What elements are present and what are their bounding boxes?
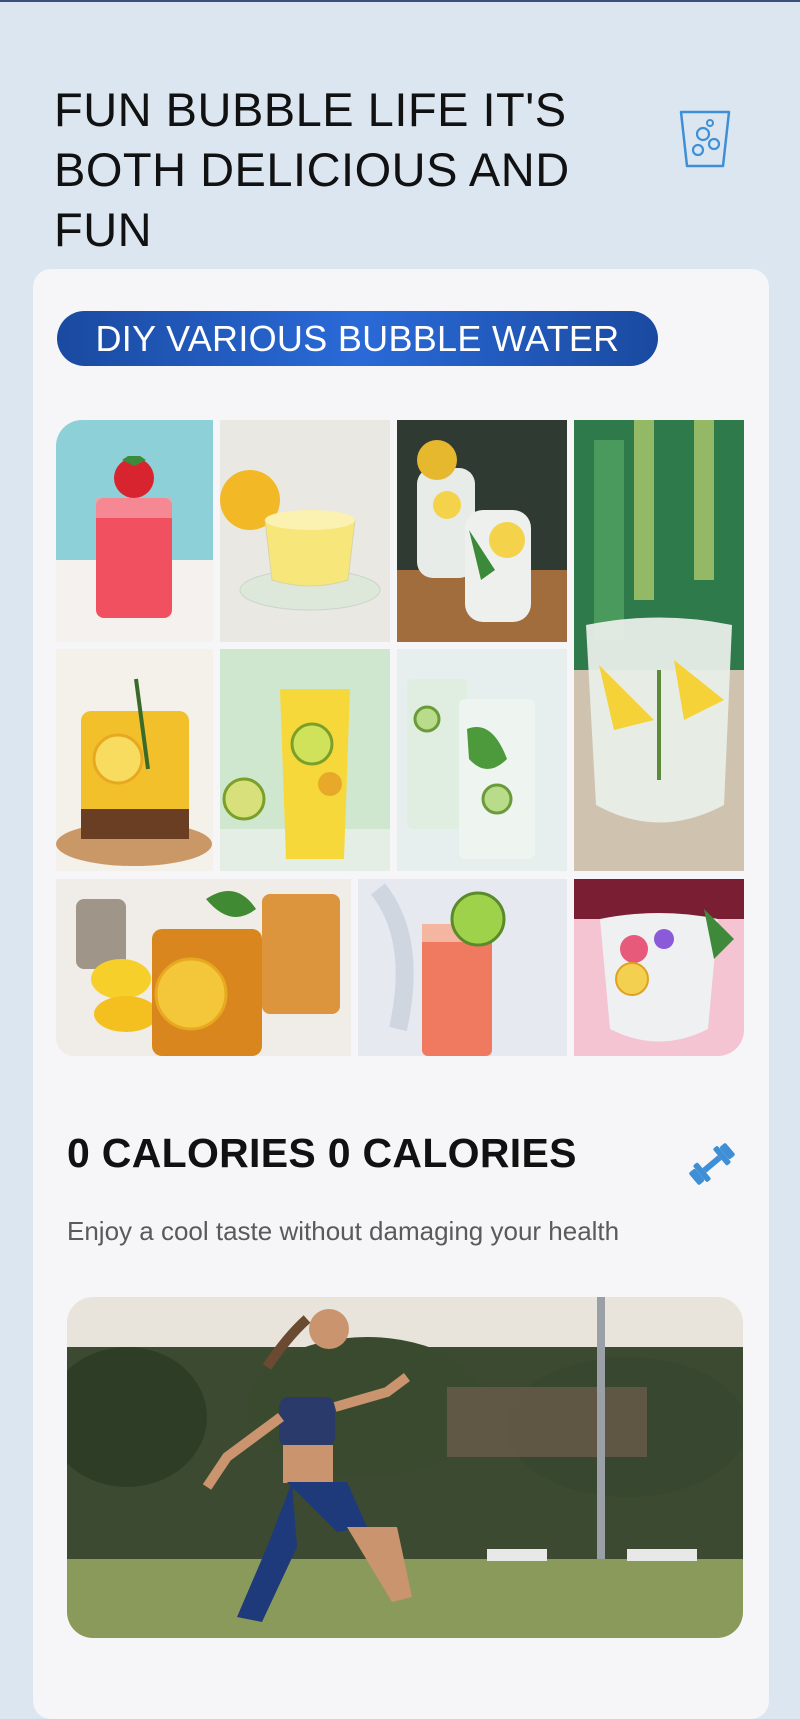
- calories-subtitle: Enjoy a cool taste without damaging your…: [67, 1216, 620, 1246]
- glass-with-bubbles-icon: [676, 106, 734, 172]
- top-border: [0, 0, 800, 2]
- lemon-tea-cup-photo: [220, 420, 390, 642]
- calories-title: 0 CALORIES 0 CALORIES: [67, 1130, 577, 1176]
- title-line-2: BOTH DELICIOUS AND FUN: [54, 143, 570, 256]
- title-line-1: FUN BUBBLE LIFE IT'S: [54, 83, 567, 136]
- strawberry-red-drink-photo: [56, 420, 213, 642]
- flower-ice-glass-photo: [574, 879, 744, 1056]
- lime-yellow-drink-photo: [220, 649, 390, 871]
- diy-banner: DIY VARIOUS BUBBLE WATER: [57, 311, 658, 366]
- pink-lime-soda-photo: [358, 879, 567, 1056]
- woman-running-photo: [67, 1297, 743, 1638]
- page-title: FUN BUBBLE LIFE IT'S BOTH DELICIOUS AND …: [54, 80, 674, 260]
- lemon-herb-tall-glass-photo: [574, 420, 744, 871]
- rosemary-lemon-drink-photo: [56, 649, 213, 871]
- iced-lemon-tea-photo: [56, 879, 351, 1056]
- dumbbell-icon: [686, 1142, 738, 1186]
- mint-lemon-glasses-photo: [397, 420, 567, 642]
- cucumber-mint-water-photo: [397, 649, 567, 871]
